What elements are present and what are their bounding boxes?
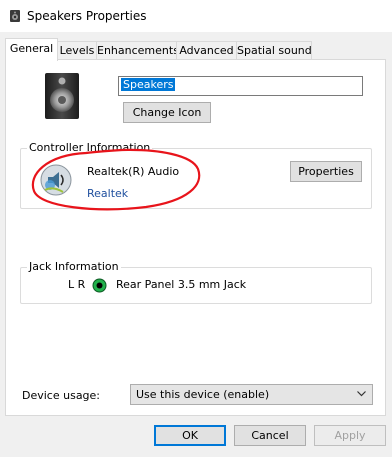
tab-strip: General Levels Enhancements Advanced Spa… — [0, 38, 392, 61]
tab-spatial-sound[interactable]: Spatial sound — [236, 41, 312, 60]
jack-color-icon — [92, 278, 107, 293]
jack-info-label: Jack Information — [27, 260, 121, 273]
cancel-button[interactable]: Cancel — [234, 425, 306, 446]
device-usage-label: Device usage: — [22, 389, 101, 402]
audio-controller-icon — [40, 164, 72, 196]
controller-name: Realtek(R) Audio — [87, 165, 180, 178]
window-title: Speakers Properties — [27, 9, 147, 23]
apply-button[interactable]: Apply — [314, 425, 386, 446]
tab-general[interactable]: General — [5, 38, 58, 61]
device-usage-value: Use this device (enable) — [136, 388, 270, 401]
tab-enhancements[interactable]: Enhancements — [96, 41, 179, 60]
jack-channels: L R — [68, 278, 86, 291]
device-usage-dropdown[interactable]: Use this device (enable) — [130, 384, 373, 405]
speaker-icon — [10, 10, 20, 22]
controller-info-label: Controller Information — [27, 141, 153, 154]
device-name-field[interactable]: Speakers — [118, 76, 363, 96]
chevron-down-icon — [357, 391, 366, 397]
tab-levels[interactable]: Levels — [57, 41, 97, 60]
controller-vendor: Realtek — [87, 187, 129, 200]
speaker-device-icon — [45, 73, 79, 119]
device-name-text: Speakers — [121, 78, 176, 91]
title-bar[interactable]: Speakers Properties — [0, 0, 392, 32]
change-icon-button[interactable]: Change Icon — [123, 102, 211, 123]
jack-description: Rear Panel 3.5 mm Jack — [116, 278, 247, 291]
tab-advanced[interactable]: Advanced — [176, 41, 237, 60]
ok-button[interactable]: OK — [154, 425, 226, 446]
controller-properties-button[interactable]: Properties — [290, 161, 362, 182]
